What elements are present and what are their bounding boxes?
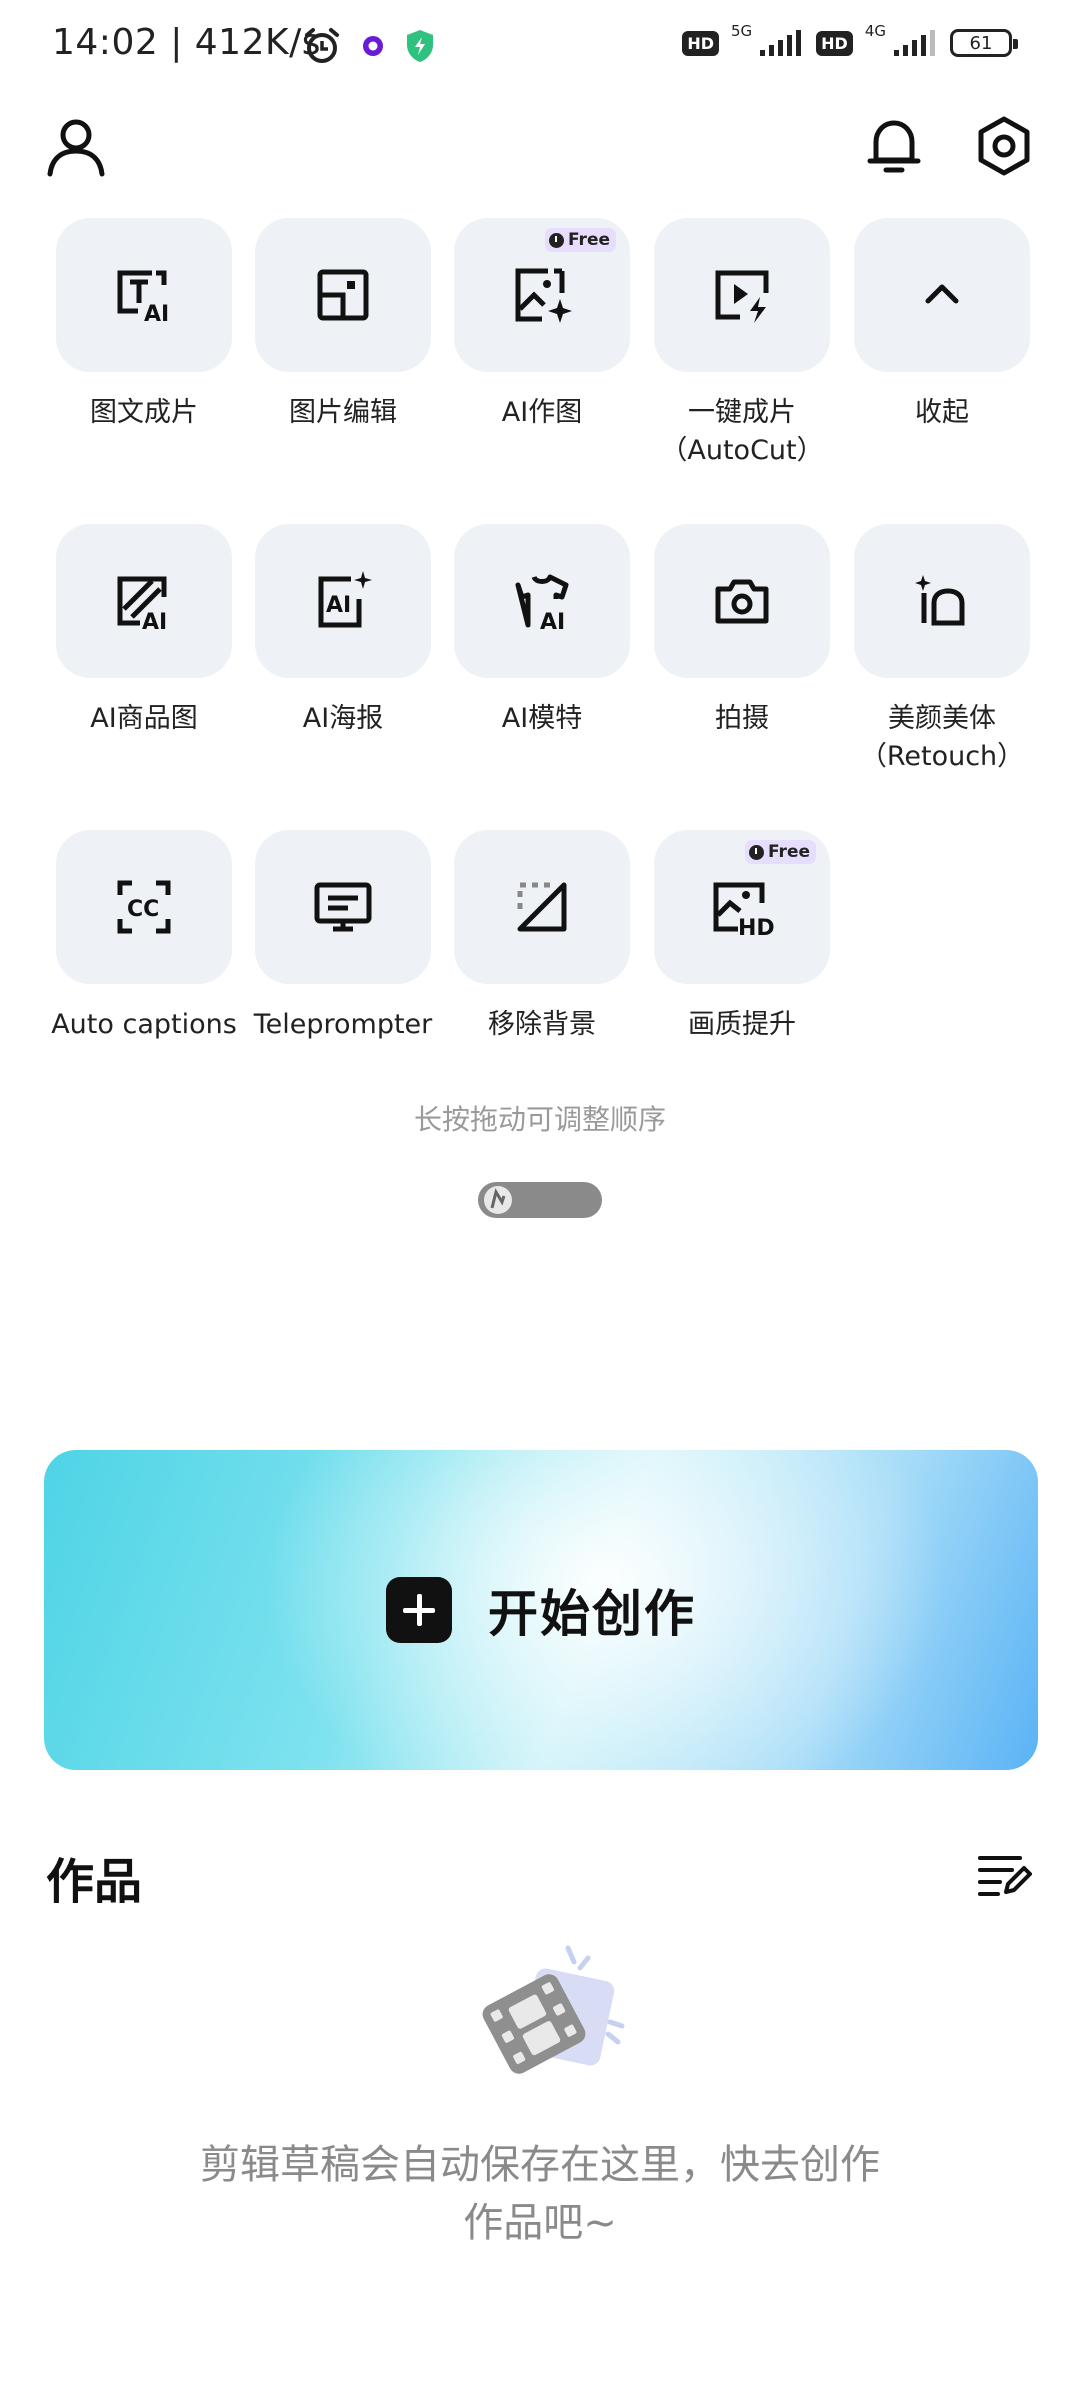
tool-tile[interactable]: AI bbox=[255, 524, 431, 678]
tool-auto-captions[interactable]: CC Auto captions bbox=[51, 830, 237, 1044]
status-left-icons bbox=[302, 26, 436, 66]
tool-label: 收起 bbox=[915, 397, 969, 428]
plus-icon bbox=[386, 1577, 452, 1643]
tool-label: 图片编辑 bbox=[289, 397, 397, 428]
tool-label: 美颜美体 （Retouch） bbox=[859, 703, 1025, 772]
alarm-icon bbox=[305, 28, 339, 63]
battery-indicator: 61 bbox=[950, 29, 1018, 57]
tool-tile[interactable]: Free HD bbox=[654, 830, 830, 984]
svg-text:AI: AI bbox=[326, 593, 351, 618]
autocut-icon bbox=[715, 270, 769, 323]
status-right-icons: HD 5G HD 4G 61 bbox=[682, 22, 1018, 58]
settings-hex-icon[interactable] bbox=[972, 114, 1036, 178]
tool-tile[interactable]: CC bbox=[56, 830, 232, 984]
tool-label: AI海报 bbox=[302, 703, 384, 734]
tool-tile[interactable]: Free bbox=[454, 218, 630, 372]
signal-icon bbox=[760, 30, 802, 56]
tool-ai-model[interactable]: AI AI模特 bbox=[452, 524, 632, 738]
tool-tile[interactable] bbox=[654, 524, 830, 678]
ai-poster-icon: AI bbox=[318, 571, 372, 628]
hd-enhance-icon: HD bbox=[713, 882, 774, 939]
tool-label: 移除背景 bbox=[488, 1009, 596, 1040]
chevron-up-icon bbox=[925, 284, 959, 304]
tool-label: AI商品图 bbox=[90, 703, 198, 734]
clock-icon bbox=[749, 844, 765, 860]
tool-tile[interactable] bbox=[255, 218, 431, 372]
tool-tile[interactable] bbox=[255, 830, 431, 984]
shield-icon bbox=[407, 30, 433, 62]
start-create-button[interactable]: 开始创作 bbox=[44, 1450, 1038, 1770]
tool-image-edit[interactable]: 图片编辑 bbox=[253, 218, 433, 432]
ai-image-icon bbox=[515, 268, 572, 323]
tool-tile[interactable]: AI bbox=[56, 524, 232, 678]
tool-teleprompter[interactable]: Teleprompter bbox=[253, 830, 433, 1044]
tool-tile[interactable]: AI bbox=[454, 524, 630, 678]
image-edit-icon bbox=[317, 269, 369, 321]
tool-text-to-video[interactable]: AI 图文成片 bbox=[54, 218, 234, 432]
tool-label: 拍摄 bbox=[715, 703, 769, 734]
camera-icon bbox=[715, 579, 769, 624]
tool-autocut[interactable]: 一键成片 （AutoCut） bbox=[652, 218, 832, 470]
svg-text:AI: AI bbox=[142, 610, 167, 633]
hd-badge: HD bbox=[682, 30, 719, 56]
svg-text:AI: AI bbox=[540, 610, 565, 633]
tool-tile[interactable] bbox=[454, 830, 630, 984]
tool-collapse[interactable]: 收起 bbox=[852, 218, 1032, 432]
bell-icon[interactable] bbox=[862, 114, 926, 178]
free-badge: Free bbox=[745, 840, 816, 864]
tool-ai-product[interactable]: AI AI商品图 bbox=[54, 524, 234, 738]
remove-bg-icon bbox=[517, 882, 567, 932]
film-reel-illustration bbox=[482, 1945, 625, 2074]
free-badge-label: Free bbox=[568, 230, 610, 250]
svg-text:CC: CC bbox=[127, 897, 159, 922]
app-notification-icon bbox=[363, 36, 383, 56]
start-create-label: 开始创作 bbox=[488, 1585, 696, 1643]
svg-text:HD: HD bbox=[738, 916, 774, 939]
tool-label: AI作图 bbox=[501, 397, 583, 428]
forum-watermark-logo bbox=[478, 1182, 602, 1218]
tool-label: Auto captions bbox=[51, 1009, 237, 1040]
tool-camera[interactable]: 拍摄 bbox=[652, 524, 832, 738]
tool-tile[interactable] bbox=[654, 218, 830, 372]
tool-label: Teleprompter bbox=[253, 1009, 433, 1040]
retouch-icon bbox=[915, 575, 965, 626]
text-ai-icon: AI bbox=[117, 270, 169, 327]
user-icon[interactable] bbox=[44, 114, 108, 178]
free-badge: Free bbox=[545, 228, 616, 252]
reorder-hint: 长按拖动可调整顺序 bbox=[413, 1103, 666, 1136]
tool-tile[interactable] bbox=[854, 524, 1030, 678]
svg-text:AI: AI bbox=[144, 302, 169, 327]
tool-hd-enhance[interactable]: Free HD 画质提升 bbox=[652, 830, 832, 1044]
signal-icon bbox=[894, 30, 935, 56]
hd-badge: HD bbox=[816, 30, 853, 56]
tool-ai-image[interactable]: Free AI作图 bbox=[452, 218, 632, 432]
tool-retouch[interactable]: 美颜美体 （Retouch） bbox=[852, 524, 1032, 776]
network-type-label: 5G bbox=[730, 22, 753, 40]
network-type-label: 4G bbox=[864, 22, 886, 40]
tool-tile[interactable] bbox=[854, 218, 1030, 372]
works-section-title: 作品 bbox=[46, 1854, 143, 1910]
ai-product-icon: AI bbox=[117, 576, 167, 633]
ai-model-icon: AI bbox=[515, 574, 569, 633]
tool-label: 一键成片 （AutoCut） bbox=[660, 397, 824, 466]
free-badge-label: Free bbox=[768, 842, 810, 862]
tool-remove-bg[interactable]: 移除背景 bbox=[452, 830, 632, 1044]
teleprompter-icon bbox=[314, 882, 372, 932]
tool-label: 图文成片 bbox=[90, 397, 198, 428]
status-bar: 14:02 | 412K/s HD 5G HD 4G 61 bbox=[0, 0, 1080, 96]
tool-tile[interactable]: AI bbox=[56, 218, 232, 372]
manage-drafts-icon[interactable] bbox=[976, 1850, 1032, 1898]
tool-label: 画质提升 bbox=[688, 1009, 796, 1040]
clock-icon bbox=[549, 232, 565, 248]
captions-icon: CC bbox=[117, 880, 171, 934]
status-time-speed: 14:02 | 412K/s bbox=[52, 22, 321, 63]
tool-ai-poster[interactable]: AI AI海报 bbox=[253, 524, 433, 738]
empty-drafts-message: 剪辑草稿会自动保存在这里，快去创作 作品吧~ bbox=[200, 2142, 880, 2246]
tool-label: AI模特 bbox=[501, 703, 583, 734]
